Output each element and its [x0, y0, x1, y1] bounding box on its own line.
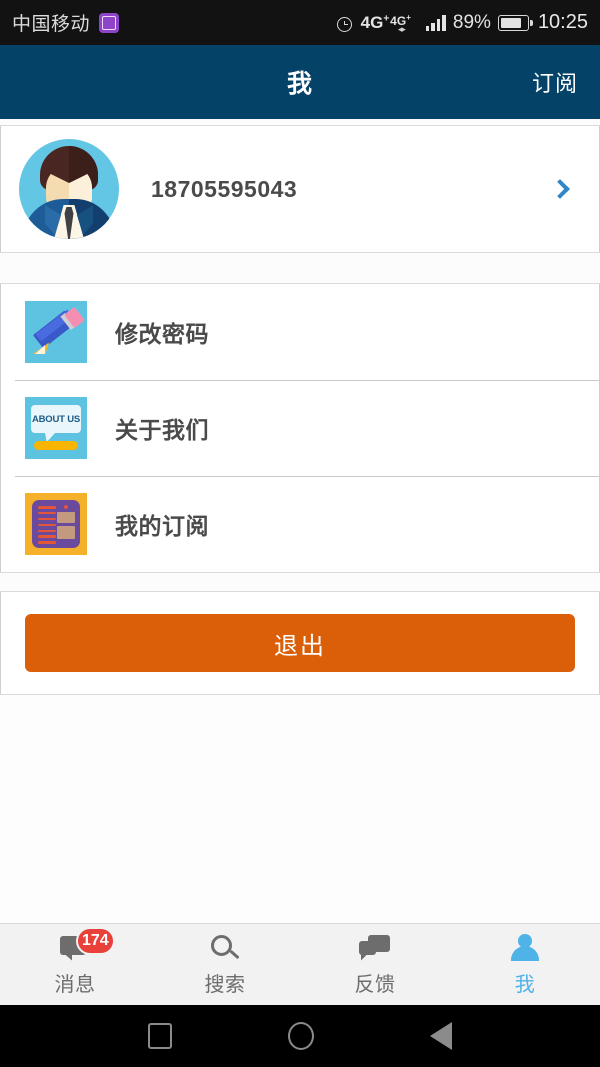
about-us-icon: ABOUT US — [25, 397, 87, 459]
tab-label: 反馈 — [354, 973, 396, 996]
person-icon — [508, 933, 542, 963]
tab-search[interactable]: 搜索 — [150, 924, 300, 1005]
sim-card-icon — [99, 12, 120, 33]
alarm-clock-icon — [336, 14, 354, 32]
triangle-back-icon[interactable] — [430, 1022, 452, 1050]
empty-area — [0, 695, 600, 923]
signal-bars-icon — [425, 14, 446, 31]
pencil-icon — [25, 301, 87, 363]
menu-item-label: 关于我们 — [115, 417, 209, 443]
profile-row[interactable]: 18705595043 — [0, 125, 600, 253]
profile-phone-label: 18705595043 — [151, 175, 298, 202]
newspaper-icon — [25, 493, 87, 555]
chat-bubble-icon: 174 — [58, 926, 115, 963]
network-type-indicator: 4G+ 4G+ ◂▸ — [360, 13, 419, 35]
carrier-label: 中国移动 — [12, 14, 91, 35]
app-header: 我 订阅 — [0, 45, 600, 119]
messages-unread-badge: 174 — [76, 926, 115, 955]
phone-screen: 中国移动 4G+ 4G+ ◂▸ 89% 10:25 我 订阅 187055950… — [0, 0, 600, 1067]
search-icon — [208, 933, 242, 963]
subscribe-button[interactable]: 订阅 — [532, 66, 578, 98]
battery-icon — [497, 14, 533, 31]
menu-item-change-password[interactable]: 修改密码 — [1, 284, 599, 380]
bottom-tab-bar: 174 消息 搜索 反馈 我 — [0, 923, 600, 1005]
data-transfer-arrows-icon: ◂▸ — [397, 24, 406, 34]
settings-menu-card: 修改密码 ABOUT US 关于我们 我的订阅 — [0, 283, 600, 573]
about-us-bubble-text: ABOUT US — [31, 413, 80, 425]
tab-label: 消息 — [54, 973, 96, 996]
tab-label: 我 — [514, 973, 536, 996]
android-navigation-bar — [0, 1005, 600, 1067]
chevron-right-icon[interactable] — [550, 179, 570, 199]
tab-label: 搜索 — [204, 973, 246, 996]
tab-feedback[interactable]: 反馈 — [300, 924, 450, 1005]
status-bar: 中国移动 4G+ 4G+ ◂▸ 89% 10:25 — [0, 0, 600, 45]
page-title: 我 — [286, 70, 313, 98]
square-recents-icon[interactable] — [148, 1023, 172, 1049]
logout-card: 退出 — [0, 591, 600, 695]
user-avatar-illustration — [19, 139, 119, 239]
menu-item-my-subscriptions[interactable]: 我的订阅 — [1, 476, 599, 572]
menu-item-label: 我的订阅 — [115, 513, 209, 539]
status-clock: 10:25 — [537, 11, 588, 33]
feedback-bubbles-icon — [358, 933, 392, 963]
menu-item-about-us[interactable]: ABOUT US 关于我们 — [1, 380, 599, 476]
tab-me[interactable]: 我 — [450, 924, 600, 1005]
tab-messages[interactable]: 174 消息 — [0, 924, 150, 1005]
page-body: 18705595043 修改密码 ABOUT US 关于我们 我的订阅 退出 1… — [0, 119, 600, 1005]
network-primary-label: 4G+ — [360, 13, 390, 32]
circle-home-icon[interactable] — [288, 1022, 314, 1050]
menu-item-label: 修改密码 — [115, 321, 209, 347]
logout-button[interactable]: 退出 — [25, 614, 575, 672]
status-bar-icons: 4G+ 4G+ ◂▸ 89% 10:25 — [336, 11, 588, 34]
battery-percent-label: 89% — [452, 11, 491, 33]
